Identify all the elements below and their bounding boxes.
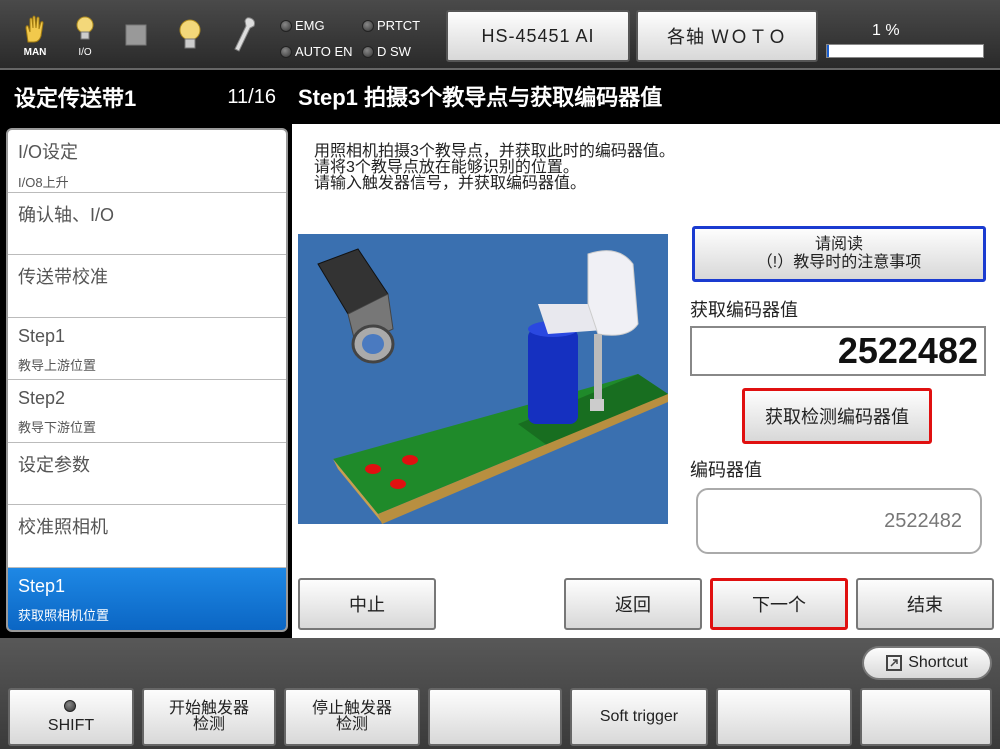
prtct-indicator: PRTCT: [362, 18, 420, 33]
manual-mode-button[interactable]: MAN: [12, 8, 58, 64]
get-detect-encoder-button[interactable]: 获取检测编码器值: [742, 388, 932, 444]
step-sublabel: I/O8上升: [18, 175, 69, 190]
instruction-line: 用照相机拍摄3个教导点，并获取此时的编码器值。: [314, 143, 675, 160]
next-button[interactable]: 下一个: [710, 578, 848, 630]
step-label: 校准照相机: [18, 517, 108, 537]
end-button[interactable]: 结束: [856, 578, 994, 630]
back-button[interactable]: 返回: [564, 578, 702, 630]
step-item[interactable]: 校准照相机: [8, 505, 286, 568]
stop-button[interactable]: [116, 8, 156, 64]
instruction-line: 请将3个教导点放在能够识别的位置。: [314, 159, 579, 176]
step-label: Step1: [18, 325, 66, 346]
shortcut-button[interactable]: Shortcut: [862, 646, 992, 680]
io-button[interactable]: I/O: [64, 8, 106, 64]
camera-icon: [317, 248, 395, 364]
lamp-button[interactable]: [170, 8, 210, 64]
shortcut-icon: [886, 655, 903, 671]
step-item[interactable]: 设定参数: [8, 443, 286, 505]
get-encoder-label: 获取编码器值: [690, 300, 798, 320]
function-key-label: SHIFT: [47, 717, 95, 734]
dsw-label: D SW: [377, 44, 411, 59]
speed-fill: [827, 45, 829, 57]
hand-icon: [20, 14, 50, 47]
function-key-5[interactable]: Soft trigger: [570, 688, 708, 746]
page-title: Step1 拍摄3个教导点与获取编码器值: [298, 85, 663, 110]
step-sublabel: 教导上游位置: [18, 357, 97, 373]
top-toolbar: MAN I/O EMG PRTCT AUTO EN D SW HS-45451 …: [0, 0, 1000, 70]
encoder-display: 2522482: [696, 488, 982, 554]
read-notes-line1: 请阅读: [814, 236, 863, 253]
tool-button[interactable]: [224, 8, 264, 64]
wizard-title: 设定传送带1 11/16: [6, 76, 288, 118]
emg-label: EMG: [295, 18, 325, 33]
step-label: Step2: [18, 388, 66, 408]
step-counter: 11/16: [227, 85, 276, 108]
function-key-1[interactable]: SHIFT: [8, 688, 134, 746]
lightbulb-icon: [176, 17, 204, 56]
emg-led-icon: [280, 19, 292, 32]
encoder-label: 编码器值: [690, 460, 762, 480]
encoder-value-field[interactable]: 2522482: [690, 326, 986, 376]
step-label: Step1: [18, 575, 66, 596]
robot-model-button[interactable]: HS-45451 AI: [446, 10, 630, 62]
shortcut-label: Shortcut: [908, 654, 968, 671]
wizard-title-text: 设定传送带1: [14, 86, 137, 111]
step-label: 传送带校准: [18, 267, 108, 287]
step-item[interactable]: Step1 获取照相机位置: [8, 567, 286, 630]
function-key-bar: Shortcut SHIFT 开始触发器 检测 停止触发器 检测 Soft trigger: [0, 638, 1000, 749]
step-label: 确认轴、I/O: [18, 204, 115, 225]
step-item[interactable]: 确认轴、I/O: [8, 193, 286, 255]
robot-scene-image: [298, 234, 668, 524]
step-list: I/O设定 I/O8上升确认轴、I/O 传送带校准 Step1 教导上游位置 Step2 教…: [6, 128, 288, 632]
auto-en-led-icon: [280, 45, 292, 58]
function-key-label: 检测: [192, 716, 225, 733]
content-panel: 用照相机拍摄3个教导点，并获取此时的编码器值。 请将3个教导点放在能够识别的位置…: [292, 124, 1000, 638]
wrench-icon: [230, 15, 258, 58]
instruction-line: 请输入触发器信号，并获取编码器值。: [314, 175, 587, 192]
step-label: I/O设定: [18, 142, 79, 162]
prtct-label: PRTCT: [377, 18, 421, 33]
dsw-led-icon: [362, 45, 374, 58]
instructions: 用照相机拍摄3个教导点，并获取此时的编码器值。 请将3个教导点放在能够识别的位置…: [314, 144, 675, 192]
function-key-label: Soft trigger: [599, 708, 679, 725]
function-key-3[interactable]: 停止触发器 检测: [284, 688, 420, 746]
abort-button[interactable]: 中止: [298, 578, 436, 630]
bulb-icon: [73, 14, 97, 47]
function-key-7[interactable]: [860, 688, 992, 746]
shift-led-icon: [63, 700, 76, 712]
read-notes-line2: （!）教导时的注意事项: [756, 254, 922, 271]
emg-indicator: EMG: [280, 18, 325, 33]
dsw-indicator: D SW: [362, 44, 411, 59]
step-item[interactable]: I/O设定 I/O8上升: [8, 130, 286, 193]
read-notes-button[interactable]: 请阅读 （!）教导时的注意事项: [692, 226, 986, 282]
function-key-label: 检测: [335, 716, 368, 733]
step-label: 设定参数: [18, 454, 90, 475]
step-item[interactable]: Step1 教导上游位置: [8, 318, 286, 380]
step-item[interactable]: Step2 教导下游位置: [8, 380, 286, 443]
auto-en-indicator: AUTO EN: [280, 44, 353, 59]
function-key-label: 停止触发器: [311, 700, 392, 717]
speed-label: 1 %: [872, 22, 900, 39]
mode-caption: MAN: [23, 47, 47, 58]
function-key-4[interactable]: [428, 688, 562, 746]
function-key-6[interactable]: [716, 688, 852, 746]
step-sublabel: 教导下游位置: [18, 420, 97, 435]
step-item[interactable]: 传送带校准: [8, 255, 286, 318]
function-key-label: 开始触发器: [168, 700, 249, 717]
step-sublabel: 获取照相机位置: [18, 607, 110, 623]
io-caption: I/O: [78, 47, 92, 58]
stop-square-icon: [124, 23, 148, 50]
auto-en-label: AUTO EN: [295, 44, 353, 59]
speed-bar: [826, 44, 984, 58]
axis-button[interactable]: 各轴 ＷＯＴＯ: [636, 10, 818, 62]
prtct-led-icon: [362, 19, 374, 32]
function-key-2[interactable]: 开始触发器 检测: [142, 688, 276, 746]
